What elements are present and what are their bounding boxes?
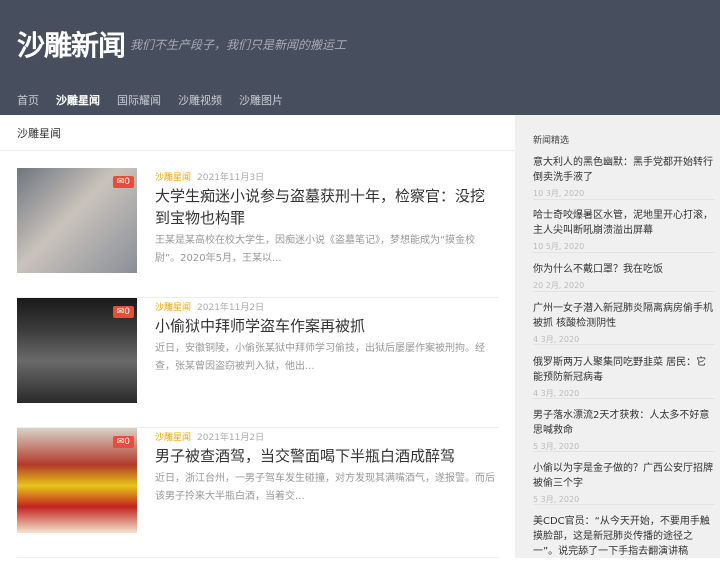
sidebar-news-item: 美CDC官员：“从今天开始，不要用手触摸脸部，这是新冠肺炎传播的途径之一”。说完… bbox=[533, 514, 715, 574]
article-category[interactable]: 沙雕星闻 bbox=[155, 173, 191, 183]
sidebar-news-item: 哈士奇咬爆暑区水管，泥地里开心打滚，主人尖叫断吼崩溃溢出屏幕 10 5月, 202… bbox=[533, 208, 715, 253]
article-item: ✉0 沙雕星闻 2021年11月2日 男子被查酒驾，当交警面喝下半瓶白酒成醉驾 近… bbox=[17, 428, 499, 558]
article-category[interactable]: 沙雕星闻 bbox=[155, 433, 191, 443]
sidebar-news-item: 广州一女子潜入新冠肺炎隔离病房偷手机被抓 核酸检测阴性 4 3月, 2020 bbox=[533, 301, 715, 345]
sidebar-news-date: 10 3月, 2020 bbox=[533, 189, 585, 198]
main-nav: 首页 沙雕星闻 国际耀闻 沙雕视频 沙雕图片 bbox=[17, 92, 283, 108]
sidebar-news-date: 4 3月, 2020 bbox=[533, 335, 580, 344]
nav-shadiao-video[interactable]: 沙雕视频 bbox=[178, 92, 222, 108]
sidebar: 新闻精选 意大利人的黑色幽默：黑手党都开始转行倒卖洗手液了 10 3月, 2020… bbox=[515, 115, 720, 558]
sidebar-news-date: 5 3月, 2020 bbox=[533, 442, 580, 451]
sidebar-news-title[interactable]: 美CDC官员：“从今天开始，不要用手触摸脸部，这是新冠肺炎传播的途径之一”。说完… bbox=[533, 514, 715, 559]
article-thumbnail[interactable]: ✉0 bbox=[17, 168, 137, 273]
article-date: 2021年11月2日 bbox=[197, 433, 265, 443]
article-title[interactable]: 小偷狱中拜师学盗车作案再被抓 bbox=[155, 315, 495, 337]
site-logo[interactable]: 沙雕新闻 bbox=[17, 24, 126, 64]
article-thumbnail[interactable]: ✉0 bbox=[17, 298, 137, 403]
sidebar-news-title[interactable]: 你为什么不戴口罩？我在吃饭 bbox=[533, 262, 715, 277]
sidebar-news-title[interactable]: 小偷以为字是金子做的？广西公安厅招牌被偷三个字 bbox=[533, 461, 715, 491]
article-item: ✉0 沙雕星闻 2021年11月2日 小偷狱中拜师学盗车作案再被抓 近日，安徽铜陵… bbox=[17, 298, 499, 428]
article-excerpt: 近日，安徽铜陵，小偷张某狱中拜师学习偷技，出狱后屡屡作案被刑拘。经查，张某曾因盗… bbox=[155, 343, 485, 372]
article-title[interactable]: 男子被查酒驾，当交警面喝下半瓶白酒成醉驾 bbox=[155, 445, 495, 467]
sidebar-news-date: 10 5月, 2020 bbox=[533, 242, 585, 251]
comment-count-badge: ✉0 bbox=[112, 176, 134, 188]
article-excerpt: 王某是某高校在校大学生，因痴迷小说《盗墓笔记》，梦想能成为“摸金校尉”。2020… bbox=[155, 235, 476, 264]
article-excerpt: 近日，浙江台州，一男子驾车发生碰撞，对方发现其满嘴酒气，遂报警。而后该男子拎来大… bbox=[155, 473, 495, 502]
divider bbox=[0, 150, 515, 151]
nav-home[interactable]: 首页 bbox=[17, 92, 39, 108]
article-date: 2021年11月2日 bbox=[197, 303, 265, 313]
site-tagline: 我们不生产段子，我们只是新闻的搬运工 bbox=[130, 38, 347, 52]
sidebar-news-item: 俄罗斯两万人聚集同吃野韭菜 居民：它能预防新冠病毒 4 3月, 2020 bbox=[533, 355, 715, 399]
sidebar-news-title[interactable]: 广州一女子潜入新冠肺炎隔离病房偷手机被抓 核酸检测阴性 bbox=[533, 301, 715, 331]
nav-shadiao-star-news[interactable]: 沙雕星闻 bbox=[56, 92, 100, 108]
article-thumbnail[interactable]: ✉0 bbox=[17, 428, 137, 533]
article-item: ✉0 沙雕星闻 2021年11月3日 大学生痴迷小说参与盗墓获刑十年，检察官：没挖… bbox=[17, 168, 499, 298]
comment-count-badge: ✉0 bbox=[112, 436, 134, 448]
sidebar-news-title[interactable]: 男子落水漂流2天才获救：人太多不好意思喊救命 bbox=[533, 408, 715, 438]
sidebar-news-date: 20 2月, 2020 bbox=[533, 281, 585, 290]
sidebar-news-title[interactable]: 俄罗斯两万人聚集同吃野韭菜 居民：它能预防新冠病毒 bbox=[533, 355, 715, 385]
nav-international-news[interactable]: 国际耀闻 bbox=[117, 92, 161, 108]
sidebar-news-title[interactable]: 意大利人的黑色幽默：黑手党都开始转行倒卖洗手液了 bbox=[533, 155, 715, 185]
sidebar-news-item: 男子落水漂流2天才获救：人太多不好意思喊救命 5 3月, 2020 bbox=[533, 408, 715, 452]
sidebar-news-date: 4 3月, 2020 bbox=[533, 389, 580, 398]
nav-shadiao-pictures[interactable]: 沙雕图片 bbox=[239, 92, 283, 108]
sidebar-news-item: 意大利人的黑色幽默：黑手党都开始转行倒卖洗手液了 10 3月, 2020 bbox=[533, 155, 715, 200]
sidebar-news-date: 5 3月, 2020 bbox=[533, 495, 580, 504]
sidebar-news-item: 你为什么不戴口罩？我在吃饭 20 2月, 2020 bbox=[533, 262, 715, 292]
comment-count-badge: ✉0 bbox=[112, 306, 134, 318]
section-title: 沙雕星闻 bbox=[17, 127, 61, 140]
site-header: 沙雕新闻 我们不生产段子，我们只是新闻的搬运工 首页 沙雕星闻 国际耀闻 沙雕视… bbox=[0, 0, 720, 115]
article-category[interactable]: 沙雕星闻 bbox=[155, 303, 191, 313]
sidebar-news-title[interactable]: 哈士奇咬爆暑区水管，泥地里开心打滚，主人尖叫断吼崩溃溢出屏幕 bbox=[533, 208, 715, 238]
main-content: 沙雕星闻 ✉0 沙雕星闻 2021年11月3日 大学生痴迷小说参与盗墓获刑十年，检… bbox=[0, 115, 515, 558]
article-date: 2021年11月3日 bbox=[197, 173, 265, 183]
sidebar-news-item: 小偷以为字是金子做的？广西公安厅招牌被偷三个字 5 3月, 2020 bbox=[533, 461, 715, 505]
sidebar-title: 新闻精选 bbox=[533, 136, 570, 146]
article-title[interactable]: 大学生痴迷小说参与盗墓获刑十年，检察官：没挖到宝物也构罪 bbox=[155, 185, 495, 229]
